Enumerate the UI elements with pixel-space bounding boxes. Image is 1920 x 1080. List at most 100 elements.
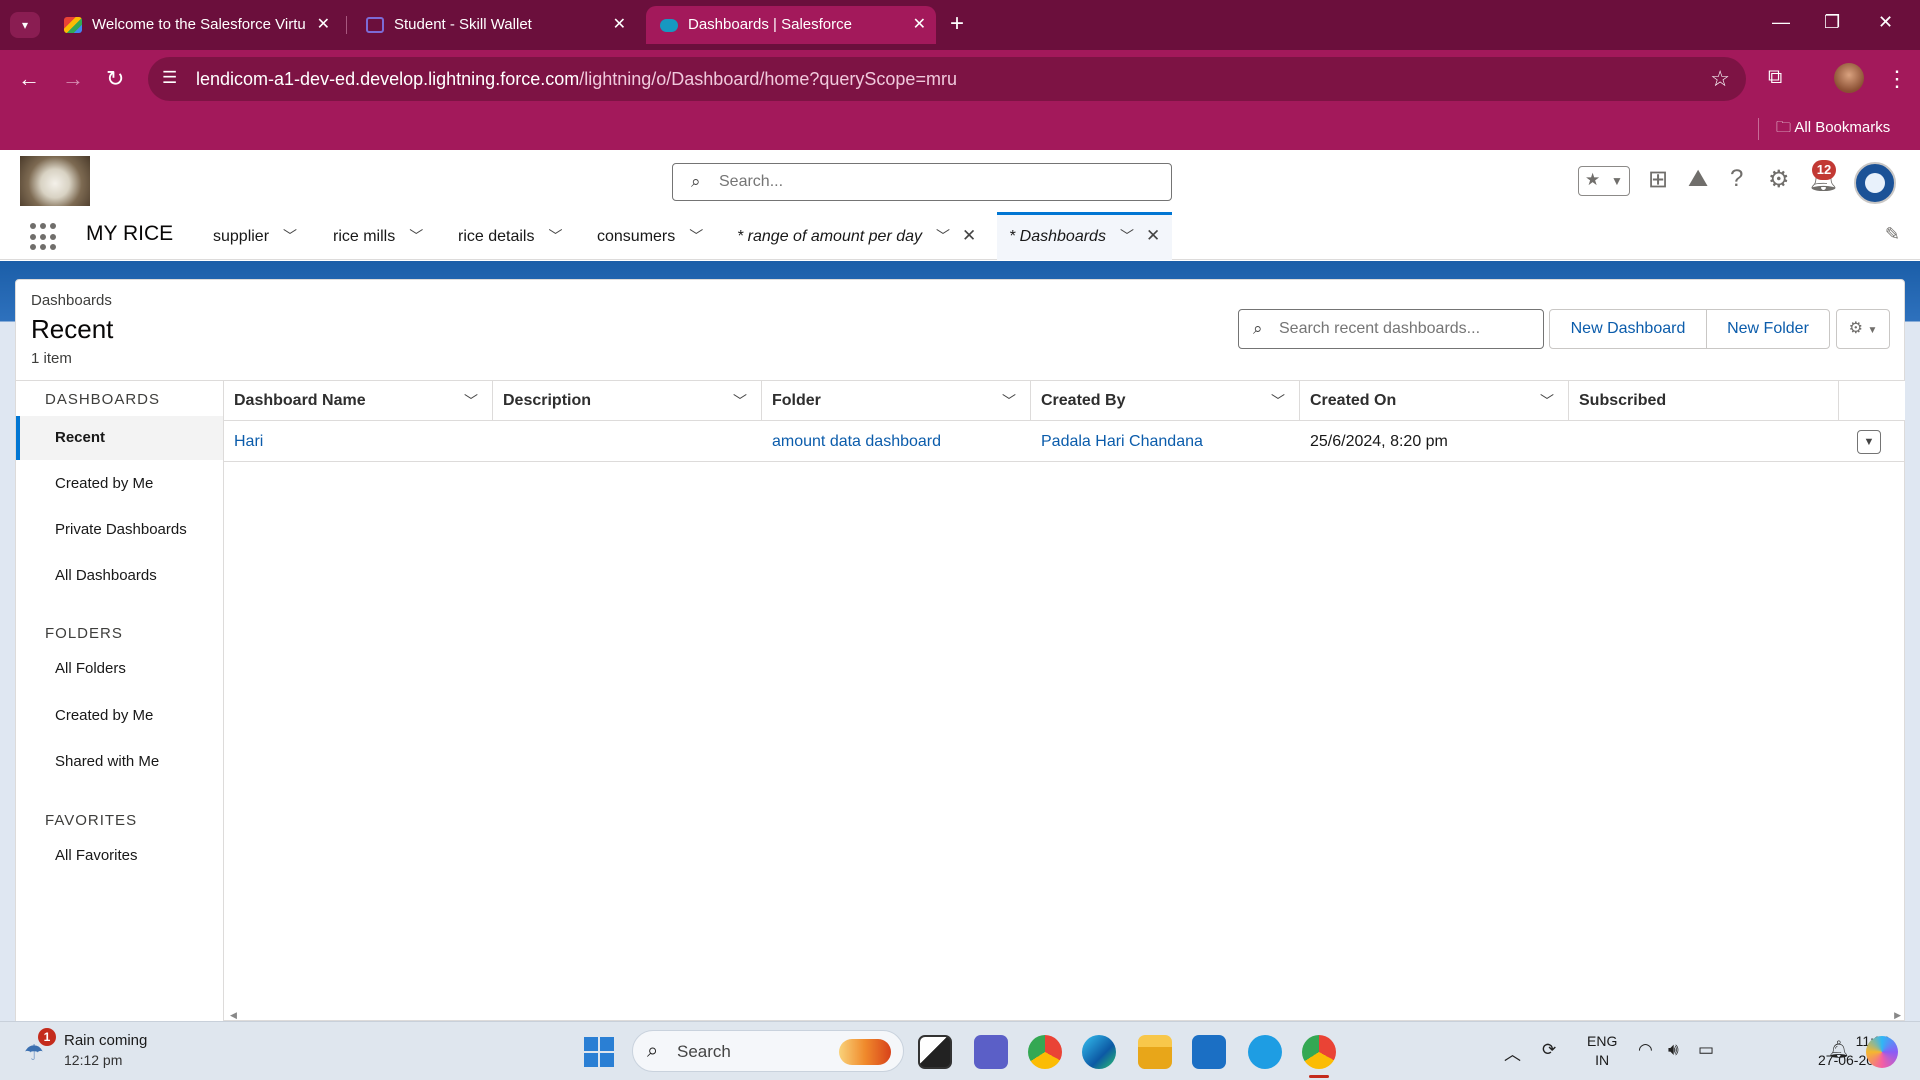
- close-icon[interactable]: ✕: [317, 6, 330, 44]
- folder-link[interactable]: amount data dashboard: [762, 422, 941, 462]
- reload-icon[interactable]: ↻: [106, 66, 124, 92]
- nav-item-rice-details[interactable]: rice details ﹀: [458, 212, 562, 260]
- windows-taskbar: ☂ 1 Rain coming 12:12 pm ⌕ Search ︿ ⟳ EN…: [0, 1021, 1920, 1080]
- new-dashboard-button[interactable]: New Dashboard: [1549, 309, 1707, 349]
- battery-icon[interactable]: ▭: [1698, 1040, 1714, 1060]
- close-tab-icon[interactable]: ✕: [1146, 215, 1160, 257]
- volume-icon[interactable]: 🔊︎: [1668, 1040, 1679, 1060]
- bookmark-star-icon[interactable]: ☆: [1710, 66, 1730, 92]
- browser-tab-skill-wallet[interactable]: Student - Skill Wallet ✕: [352, 6, 636, 44]
- sidebar-item-all-folders[interactable]: All Folders: [16, 647, 223, 691]
- address-bar[interactable]: ☰ lendicom-a1-dev-ed.develop.lightning.f…: [148, 57, 1746, 101]
- chevron-down-icon[interactable]: ▼: [1611, 174, 1623, 188]
- created-by-link[interactable]: Padala Hari Chandana: [1031, 422, 1203, 462]
- wifi-icon[interactable]: ◠: [1638, 1040, 1653, 1060]
- teams-icon[interactable]: [974, 1035, 1008, 1069]
- global-search-input[interactable]: [719, 170, 1149, 194]
- list-settings-button[interactable]: ⚙ ▼: [1836, 309, 1890, 349]
- scroll-left-icon[interactable]: ◀: [230, 1010, 237, 1021]
- column-header-dashboard-name[interactable]: Dashboard Name ﹀: [224, 381, 493, 421]
- global-actions-icon[interactable]: ⊞: [1648, 165, 1668, 194]
- profile-avatar[interactable]: [1834, 63, 1864, 93]
- browser-tab-gmail[interactable]: Welcome to the Salesforce Virtu ✕: [50, 6, 340, 44]
- language-indicator[interactable]: ENG IN: [1587, 1032, 1617, 1070]
- get-help-icon[interactable]: [1248, 1035, 1282, 1069]
- edit-nav-pencil-icon[interactable]: ✎: [1885, 224, 1900, 245]
- sidebar-item-created-by-me[interactable]: Created by Me: [16, 462, 223, 506]
- column-header-created-by[interactable]: Created By ﹀: [1031, 381, 1300, 421]
- copilot-icon[interactable]: [1866, 1036, 1898, 1068]
- dashboard-search-input[interactable]: [1279, 318, 1529, 340]
- nav-item-consumers[interactable]: consumers ﹀: [597, 212, 703, 260]
- column-header-created-on[interactable]: Created On ﹀: [1300, 381, 1569, 421]
- chrome-profile-icon[interactable]: [1302, 1035, 1336, 1078]
- microsoft-store-icon[interactable]: [1192, 1035, 1226, 1069]
- extensions-icon[interactable]: ⧉: [1768, 66, 1782, 89]
- browser-menu-icon[interactable]: ⋮: [1886, 66, 1908, 92]
- task-view-icon[interactable]: [918, 1035, 952, 1069]
- close-tab-icon[interactable]: ✕: [962, 212, 976, 260]
- sidebar-item-recent[interactable]: Recent: [16, 416, 223, 460]
- column-header-subscribed[interactable]: Subscribed: [1569, 381, 1839, 421]
- windows-start-icon[interactable]: [584, 1037, 614, 1067]
- chrome-icon[interactable]: [1028, 1035, 1062, 1069]
- file-explorer-icon[interactable]: [1138, 1035, 1172, 1069]
- page-title: Recent: [31, 314, 114, 344]
- chevron-down-icon[interactable]: ﹀: [1120, 215, 1134, 257]
- chevron-down-icon[interactable]: ﹀: [1002, 381, 1016, 421]
- chevron-down-icon[interactable]: ﹀: [689, 212, 703, 260]
- item-count: 1 item: [31, 350, 72, 367]
- all-bookmarks-button[interactable]: 🗀 All Bookmarks: [1776, 117, 1890, 142]
- nav-item-supplier[interactable]: supplier ﹀: [213, 212, 297, 260]
- dashboard-search[interactable]: ⌕: [1238, 309, 1544, 349]
- chevron-down-icon[interactable]: ﹀: [1271, 381, 1285, 421]
- app-launcher-icon[interactable]: [30, 223, 58, 251]
- restore-icon[interactable]: ❐: [1824, 12, 1840, 33]
- show-hidden-icons-chevron[interactable]: ︿: [1504, 1040, 1521, 1065]
- chevron-down-icon[interactable]: ﹀: [936, 212, 950, 260]
- chevron-down-icon[interactable]: ﹀: [283, 212, 297, 260]
- notification-center-icon[interactable]: 🔔︎: [1828, 1040, 1850, 1060]
- folder-icon: 🗀: [1776, 119, 1792, 136]
- chevron-down-icon[interactable]: ﹀: [409, 212, 423, 260]
- weather-title[interactable]: Rain coming: [64, 1032, 147, 1049]
- user-avatar[interactable]: [1854, 162, 1896, 204]
- taskbar-search[interactable]: ⌕ Search: [632, 1030, 904, 1072]
- browser-tab-dashboards[interactable]: Dashboards | Salesforce ✕: [646, 6, 936, 44]
- tab-search-button[interactable]: ▾: [10, 12, 40, 38]
- column-header-description[interactable]: Description ﹀: [493, 381, 762, 421]
- forward-icon[interactable]: →: [62, 66, 84, 92]
- chevron-down-icon[interactable]: ﹀: [464, 381, 478, 421]
- help-icon[interactable]: ?: [1730, 165, 1743, 193]
- sidebar-item-all-favorites[interactable]: All Favorites: [16, 834, 223, 878]
- window-close-icon[interactable]: ✕: [1878, 12, 1893, 33]
- scroll-right-icon[interactable]: ▶: [1894, 1010, 1901, 1021]
- chevron-down-icon[interactable]: ﹀: [733, 381, 747, 421]
- setup-gear-icon[interactable]: ⚙: [1768, 165, 1790, 194]
- sync-icon[interactable]: ⟳: [1542, 1040, 1556, 1060]
- global-search[interactable]: ⌕: [672, 163, 1172, 201]
- sidebar-item-private-dashboards[interactable]: Private Dashboards: [16, 508, 223, 552]
- nav-item-dashboards[interactable]: * Dashboards ﹀ ✕: [997, 212, 1173, 260]
- favorites-button[interactable]: ★ ▼: [1578, 166, 1630, 196]
- column-header-folder[interactable]: Folder ﹀: [762, 381, 1031, 421]
- close-icon[interactable]: ✕: [613, 6, 626, 44]
- org-logo[interactable]: [20, 156, 90, 206]
- sidebar-item-shared-with-me[interactable]: Shared with Me: [16, 740, 223, 784]
- chevron-down-icon[interactable]: ﹀: [1540, 381, 1554, 421]
- minimize-icon[interactable]: —: [1772, 12, 1790, 33]
- back-icon[interactable]: ←: [18, 66, 40, 92]
- edge-icon[interactable]: [1082, 1035, 1116, 1069]
- nav-item-range-of-amount-per-day[interactable]: * range of amount per day ﹀ ✕: [737, 212, 976, 260]
- chevron-down-icon[interactable]: ﹀: [548, 212, 562, 260]
- sidebar-item-all-dashboards[interactable]: All Dashboards: [16, 554, 223, 598]
- trailhead-icon[interactable]: ⛰: [1688, 165, 1708, 193]
- new-tab-button[interactable]: +: [950, 10, 964, 38]
- close-icon[interactable]: ✕: [913, 6, 926, 44]
- row-actions-dropdown[interactable]: ▼: [1857, 430, 1881, 454]
- nav-item-rice-mills[interactable]: rice mills ﹀: [333, 212, 423, 260]
- sidebar-item-folders-created-by-me[interactable]: Created by Me: [16, 694, 223, 738]
- dashboard-name-link[interactable]: Hari: [224, 422, 263, 462]
- site-info-icon[interactable]: ☰: [162, 68, 177, 88]
- new-folder-button[interactable]: New Folder: [1706, 309, 1830, 349]
